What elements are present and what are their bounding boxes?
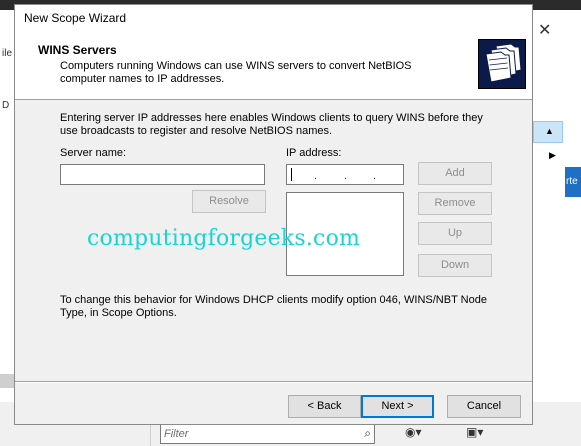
filter-input[interactable]: Filter ⌕	[160, 424, 375, 444]
ip-address-label: IP address:	[286, 147, 342, 159]
ip-octet-separator: .	[344, 170, 348, 182]
background-tree-label: D	[2, 100, 10, 111]
intro-text: Entering server IP addresses here enable…	[60, 112, 483, 137]
background-close-icon[interactable]: ✕	[538, 20, 551, 40]
ip-octet-separator: .	[314, 170, 318, 182]
background-actions-pane	[533, 10, 581, 402]
dialog-title: New Scope Wizard	[24, 11, 127, 25]
add-button[interactable]: Add	[418, 162, 492, 185]
filter-options-icon[interactable]: ◉▾	[405, 425, 422, 439]
cancel-button[interactable]: Cancel	[447, 395, 521, 418]
background-scroll-thumb	[0, 374, 14, 388]
ip-address-input[interactable]: . . .	[286, 164, 404, 185]
expand-right-icon[interactable]: ▶	[549, 150, 556, 161]
resolve-button[interactable]: Resolve	[192, 190, 266, 213]
search-icon[interactable]: ⌕	[364, 426, 371, 441]
filter-placeholder: Filter	[164, 428, 189, 440]
collapse-up-icon[interactable]: ▲	[545, 126, 554, 136]
ip-octet-separator: .	[373, 170, 377, 182]
footer-separator	[15, 381, 532, 383]
page-description: Computers running Windows can use WINS s…	[60, 60, 412, 85]
next-button[interactable]: Next >	[361, 395, 434, 418]
down-button[interactable]: Down	[418, 254, 492, 277]
background-menu-label: ile	[2, 48, 13, 59]
save-filter-icon[interactable]: ▣▾	[466, 425, 483, 439]
server-name-input[interactable]	[60, 164, 265, 185]
new-scope-wizard-dialog: New Scope Wizard WINS Servers Computers …	[14, 4, 533, 425]
up-button[interactable]: Up	[418, 222, 492, 245]
background-tab-edge: rte	[565, 167, 581, 197]
text-caret	[291, 168, 292, 181]
folder-stack-icon	[478, 39, 526, 89]
wizard-header: WINS Servers Computers running Windows c…	[15, 29, 532, 100]
back-button[interactable]: < Back	[288, 395, 361, 418]
scope-options-note: To change this behavior for Windows DHCP…	[60, 294, 487, 319]
remove-button[interactable]: Remove	[418, 192, 492, 215]
watermark-text: computingforgeeks.com	[87, 226, 361, 251]
server-name-label: Server name:	[60, 147, 127, 159]
dialog-titlebar[interactable]: New Scope Wizard	[15, 5, 532, 29]
page-title: WINS Servers	[38, 43, 117, 57]
